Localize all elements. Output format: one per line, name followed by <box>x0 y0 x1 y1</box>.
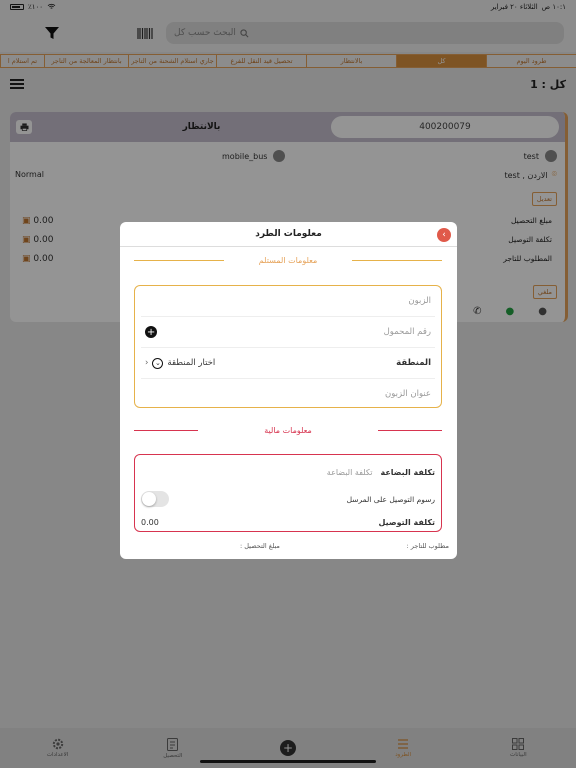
region-field: المنطقة اختار المنطقة ⌄ ‹ <box>145 357 431 369</box>
sender-fee-row: رسوم التوصيل على المرسل <box>135 489 441 509</box>
sender-fee-toggle[interactable] <box>141 491 169 507</box>
home-indicator <box>200 760 376 763</box>
financial-info-box: تكلفة البضاعة تكلفة البضاعة رسوم التوصيل… <box>134 454 442 532</box>
merchant-required-footer: مطلوب للتاجر : <box>406 542 449 550</box>
divider <box>134 260 224 261</box>
delivery-cost-value: 0.00 <box>141 517 159 527</box>
customer-field[interactable]: الزبون <box>135 286 441 316</box>
chevron-down-icon: ⌄ <box>152 357 164 369</box>
chevron-left-icon: ‹ <box>442 230 446 240</box>
divider <box>378 430 442 431</box>
region-select[interactable]: اختار المنطقة ⌄ ‹ <box>145 357 215 369</box>
modal-header: معلومات الطرد ‹ <box>120 222 457 247</box>
goods-cost-field[interactable]: تكلفة البضاعة تكلفة البضاعة <box>135 461 441 483</box>
parcel-info-modal: معلومات الطرد ‹ معلومات المستلم الزبون ر… <box>120 222 457 559</box>
divider <box>352 260 442 261</box>
modal-title: معلومات الطرد <box>255 229 322 239</box>
close-button[interactable]: ‹ <box>437 228 451 242</box>
financial-section-label: معلومات مالية <box>264 426 312 435</box>
recipient-info-box: الزبون رقم المحمول + المنطقة اختار المنط… <box>134 285 442 408</box>
phone-field[interactable]: رقم المحمول + <box>135 317 441 347</box>
delivery-cost-row: 0.00 تكلفة التوصيل <box>141 517 435 527</box>
divider <box>134 430 198 431</box>
add-phone-icon[interactable]: + <box>145 326 157 338</box>
address-field[interactable]: عنوان الزبون <box>135 379 441 409</box>
chevron-left-icon: ‹ <box>145 358 149 368</box>
recipient-section-label: معلومات المستلم <box>258 256 318 265</box>
collection-amount-footer: مبلغ التحصيل : <box>240 542 280 550</box>
